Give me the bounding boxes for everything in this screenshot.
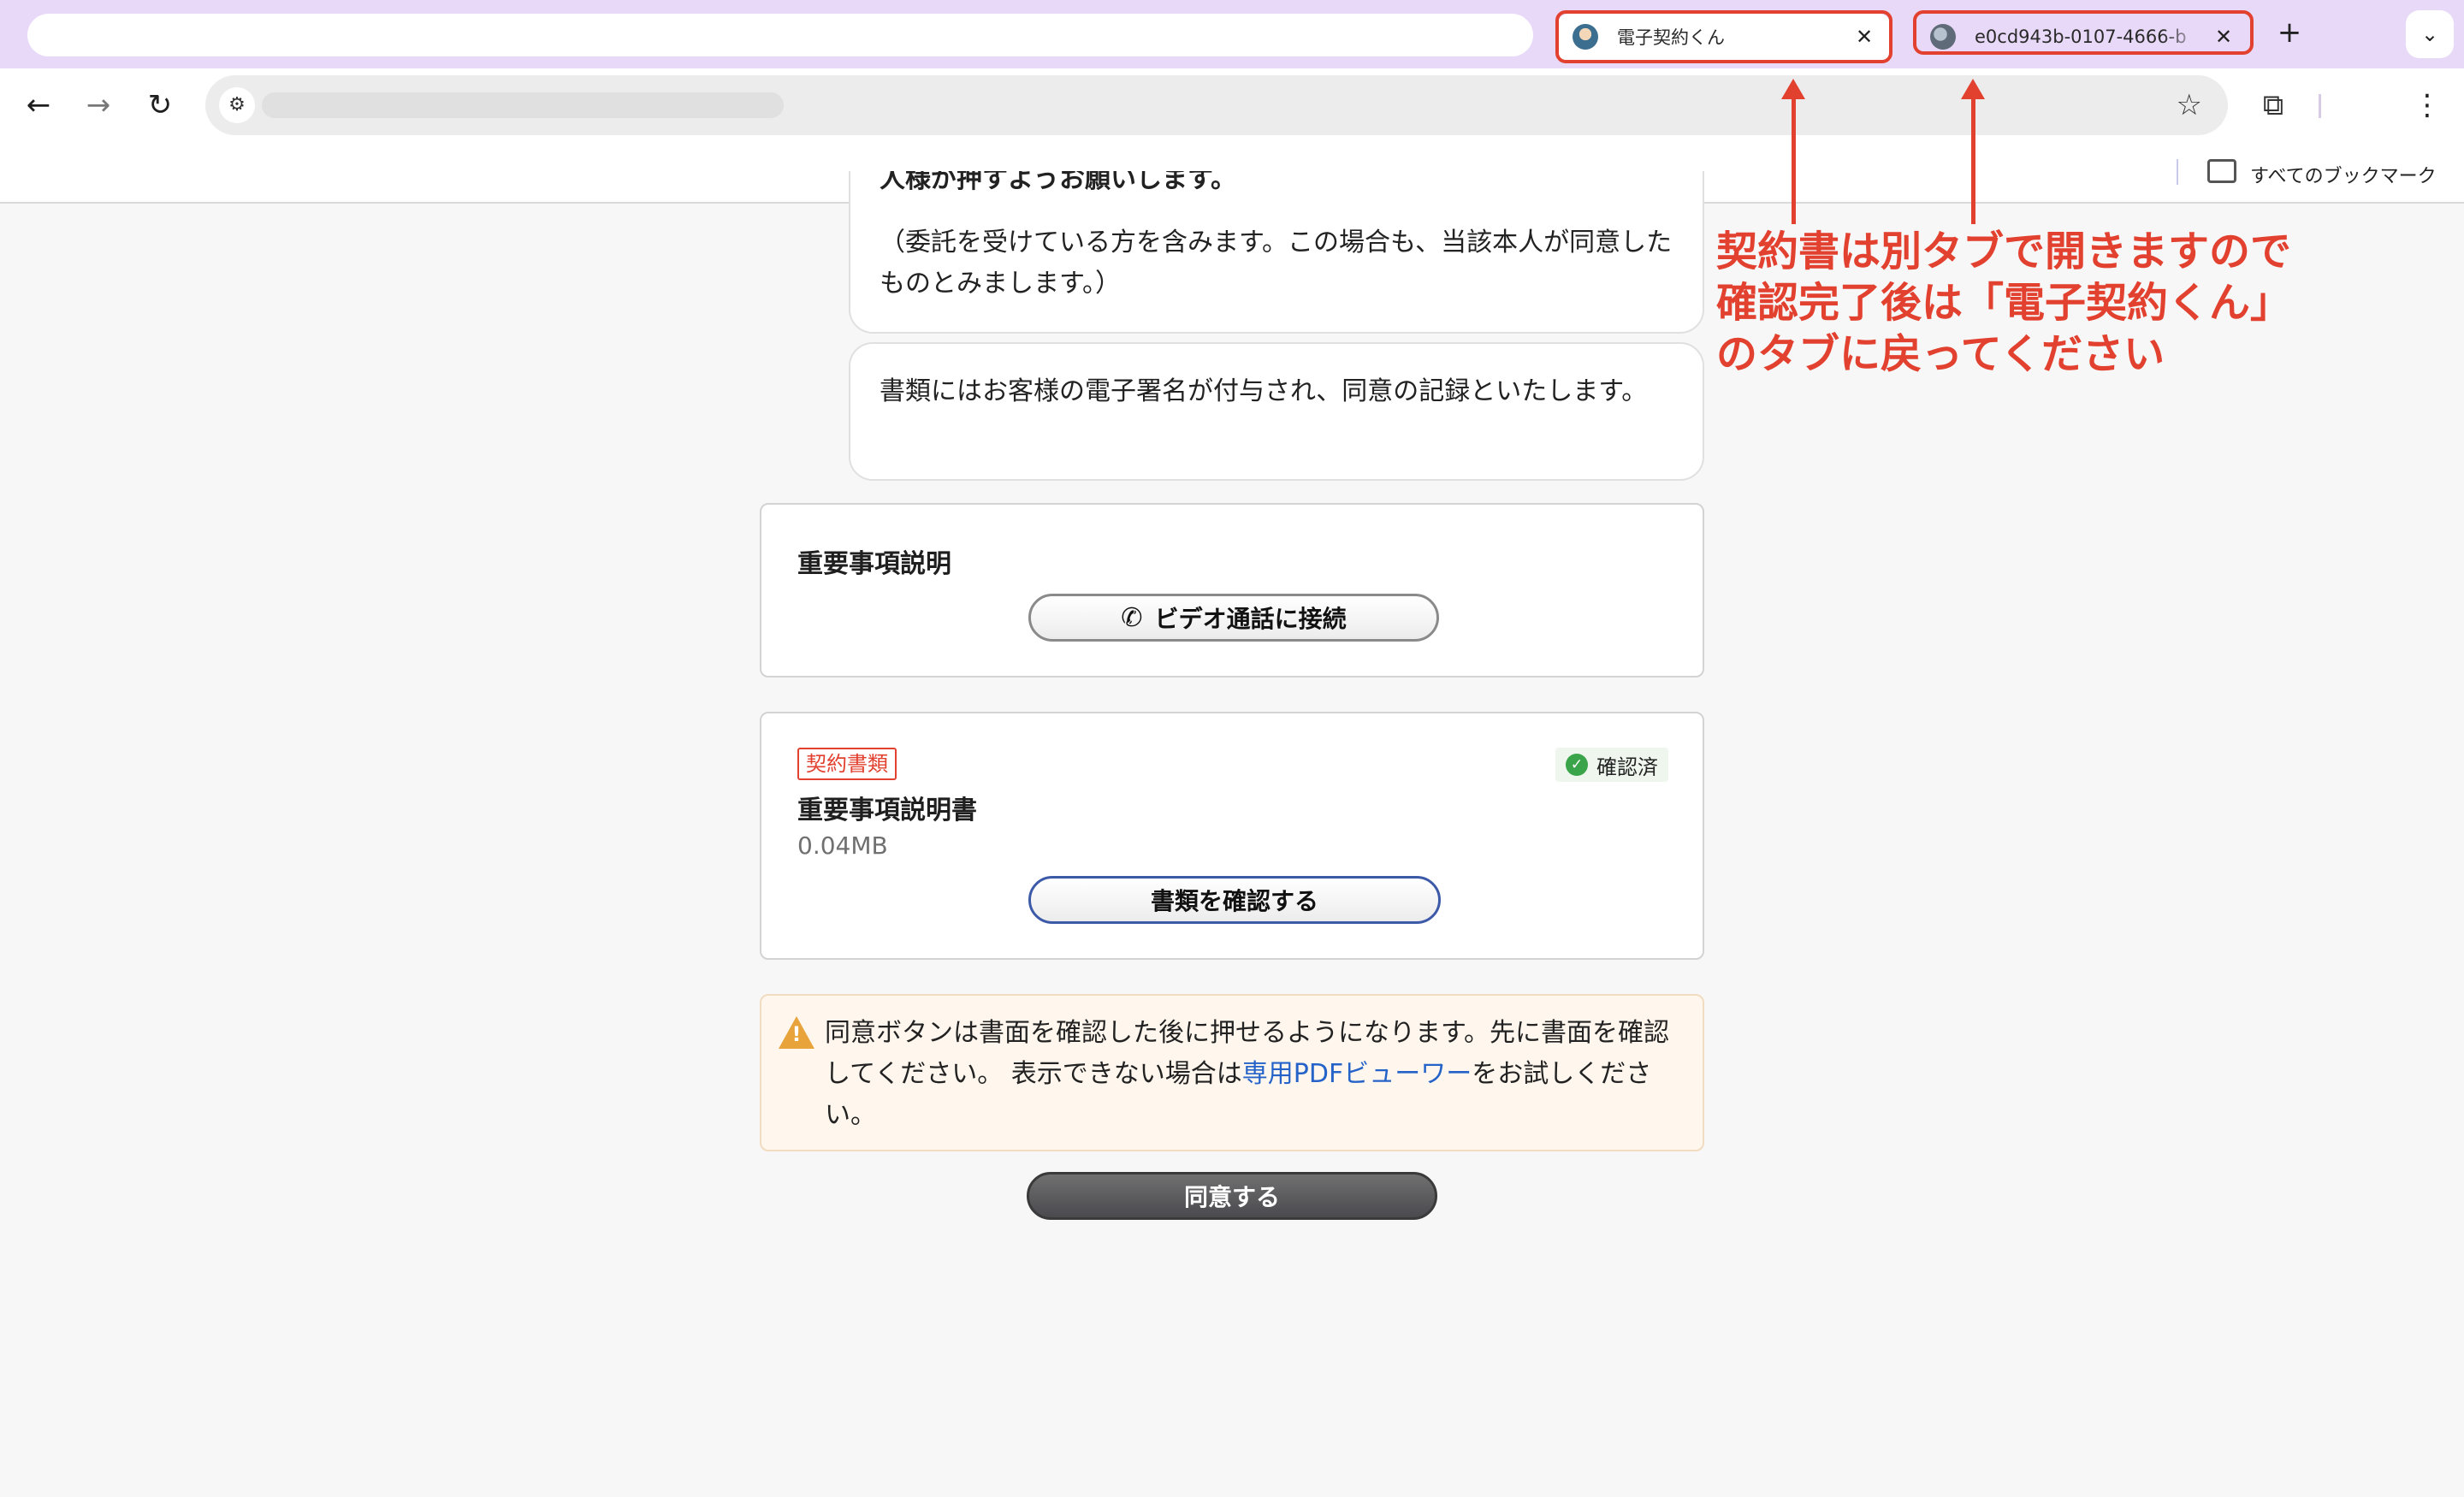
annotation-line: 契約書は別タブで開きますので xyxy=(1716,228,2292,275)
new-tab-button[interactable]: + xyxy=(2272,15,2307,50)
forward-icon[interactable]: → xyxy=(77,84,120,127)
warning-notice: ! 同意ボタンは書面を確認した後に押せるようになります。先に書面を確認してくださ… xyxy=(760,994,1704,1151)
url-text-redacted xyxy=(262,92,784,118)
bookmarks-divider xyxy=(2177,159,2178,185)
address-bar[interactable]: ⚙ ☆ xyxy=(205,75,2228,135)
document-type-tag: 契約書類 xyxy=(797,748,897,780)
video-call-button-label: ビデオ通話に接続 xyxy=(1154,605,1347,633)
chat-bubble-text: （委託を受けている方を含みます。この場合も、当該本人が同意したものとみまします。… xyxy=(880,228,1673,299)
reload-icon[interactable]: ↻ xyxy=(139,84,181,127)
warning-icon-mark: ! xyxy=(791,1022,802,1046)
document-size: 0.04MB xyxy=(797,831,888,860)
annotation-arrow xyxy=(1961,79,1985,224)
important-matters-title: 重要事項説明 xyxy=(797,549,951,579)
star-icon[interactable]: ☆ xyxy=(2177,87,2202,123)
warning-text: 同意ボタンは書面を確認した後に押せるようになります。先に書面を確認してください。… xyxy=(825,1013,1677,1136)
pdf-viewer-link[interactable]: 専用PDFビューワー xyxy=(1242,1059,1472,1089)
chat-bubble-text: 書類にはお客様の電子署名が付与され、同意の記録といたします。 xyxy=(880,376,1648,406)
important-matters-card: 重要事項説明 ✆ ビデオ通話に接続 xyxy=(760,503,1704,677)
chat-bubble: 書類にはお客様の電子署名が付与され、同意の記録といたします。 xyxy=(849,342,1704,481)
annotation-highlight-box xyxy=(1913,10,2254,55)
agree-button[interactable]: 同意する xyxy=(1027,1172,1437,1220)
browser-toolbar: ← → ↻ ⚙ ☆ ⧉ ⋮ xyxy=(0,68,2464,142)
confirm-document-button[interactable]: 書類を確認する xyxy=(1028,876,1441,924)
document-title: 重要事項説明書 xyxy=(797,796,977,825)
status-badge: ✓ 確認済 xyxy=(1555,748,1668,782)
annotation-arrow xyxy=(1781,79,1805,224)
phone-icon: ✆ xyxy=(1121,602,1143,633)
annotation-line: 確認完了後は「電子契約くん」 xyxy=(1716,279,2292,327)
site-info-icon[interactable]: ⚙ xyxy=(219,87,255,123)
status-badge-label: 確認済 xyxy=(1596,754,1658,779)
extensions-icon[interactable]: ⧉ xyxy=(2252,84,2295,127)
back-icon[interactable]: ← xyxy=(17,84,60,127)
tab-strip: 電子契約くん ✕ e0cd943b-0107-4666-b ✕ + ⌄ xyxy=(0,0,2464,68)
all-bookmarks-link[interactable]: すべてのブックマーク xyxy=(2250,161,2437,188)
chat-bubble-cut-line: 人様が押すようお願いします。 xyxy=(880,171,1236,194)
document-card: 契約書類 ✓ 確認済 重要事項説明書 0.04MB 書類を確認する xyxy=(760,712,1704,960)
folder-icon xyxy=(2207,159,2236,183)
chat-bubble: 人様が押すようお願いします。 （委託を受けている方を含みます。この場合も、当該本… xyxy=(849,171,1704,334)
check-circle-icon: ✓ xyxy=(1566,754,1588,776)
video-call-button[interactable]: ✆ ビデオ通話に接続 xyxy=(1028,594,1439,642)
menu-icon[interactable]: ⋮ xyxy=(2406,84,2449,127)
annotation-highlight-box xyxy=(1555,10,1892,63)
tab-list-chevron-icon[interactable]: ⌄ xyxy=(2406,10,2454,58)
annotation-line: のタブに戻ってください xyxy=(1716,330,2165,378)
annotation-note: 契約書は別タブで開きますので 確認完了後は「電子契約くん」 のタブに戻ってくださ… xyxy=(1716,226,2291,380)
tab-search-bar[interactable] xyxy=(27,14,1533,56)
toolbar-divider xyxy=(2319,94,2321,118)
